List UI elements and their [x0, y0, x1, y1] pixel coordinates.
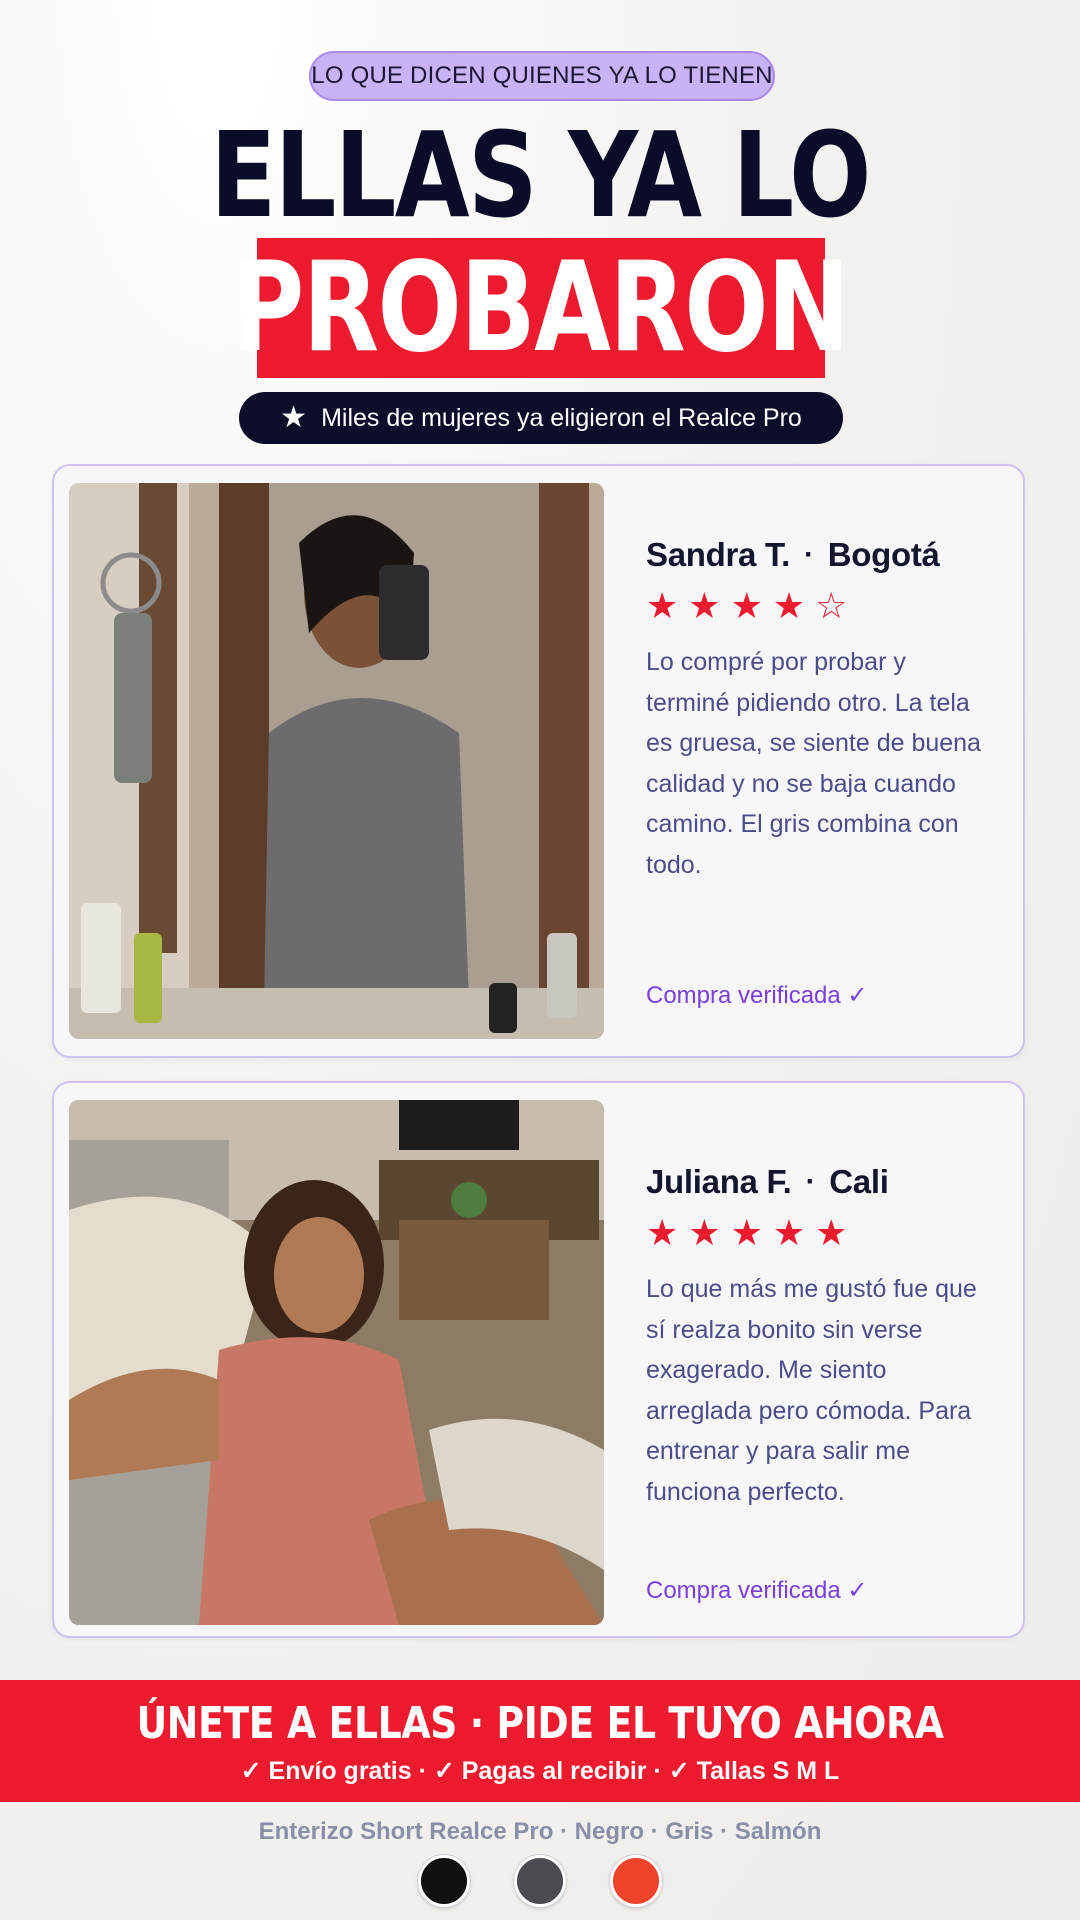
- reviewer-name: Juliana F.: [646, 1163, 792, 1200]
- product-variants-line: Enterizo Short Realce Pro · Negro · Gris…: [258, 1818, 822, 1845]
- swatch-gris[interactable]: [514, 1855, 566, 1907]
- section-badge: LO QUE DICEN QUIENES YA LO TIENEN: [309, 51, 775, 101]
- star-icon: ★: [730, 585, 763, 626]
- verified-purchase-label: Compra verificada ✓: [646, 1577, 868, 1604]
- star-icon: ★: [815, 1212, 848, 1253]
- cta-benefits: ✓ Envío gratis · ✓ Pagas al recibir · ✓ …: [240, 1757, 840, 1785]
- star-icon: ★: [730, 1212, 763, 1253]
- separator-dot: ·: [804, 538, 814, 571]
- review-card-sandra: Sandra T. · Bogotá ★ ★ ★ ★ ☆ Lo compré p…: [52, 464, 1025, 1058]
- star-icon: ★: [688, 1212, 721, 1253]
- tagline-pill: ★ Miles de mujeres ya eligieron el Realc…: [239, 392, 843, 444]
- reviewer-city: Bogotá: [827, 536, 940, 573]
- reviewer-city: Cali: [829, 1163, 889, 1200]
- review-info: Juliana F. · Cali ★ ★ ★ ★ ★ Lo que más m…: [646, 1163, 1003, 1512]
- star-outline-icon: ☆: [815, 585, 848, 626]
- customer-photo-couch-selfie: [69, 1100, 604, 1625]
- review-card-juliana: Juliana F. · Cali ★ ★ ★ ★ ★ Lo que más m…: [52, 1081, 1025, 1638]
- color-swatches: [0, 1855, 1080, 1907]
- review-text: Lo compré por probar y terminé pidiendo …: [646, 648, 981, 879]
- tagline-text: Miles de mujeres ya eligieron el Realce …: [321, 403, 802, 432]
- headline-line-1: ELLAS YA LO: [210, 106, 871, 244]
- swatch-salmon[interactable]: [610, 1855, 662, 1907]
- review-text: Lo que más me gustó fue que sí realza bo…: [646, 1275, 977, 1506]
- star-icon: ★: [646, 585, 679, 626]
- reviewer-name-line: Juliana F. · Cali: [646, 1163, 1003, 1201]
- star-icon: ★: [772, 1212, 806, 1253]
- review-info: Sandra T. · Bogotá ★ ★ ★ ★ ☆ Lo compré p…: [646, 536, 1003, 885]
- star-icon: ★: [280, 401, 308, 434]
- separator-dot: ·: [805, 1165, 816, 1198]
- verified-purchase-label: Compra verificada ✓: [646, 982, 868, 1009]
- reviewer-name: Sandra T.: [646, 536, 791, 573]
- headline-line-2: PROBARON: [231, 236, 850, 380]
- cta-title[interactable]: ÚNETE A ELLAS · PIDE EL TUYO AHORA: [76, 1698, 1005, 1749]
- customer-photo-mirror-selfie: [69, 483, 604, 1039]
- star-icon: ★: [646, 1212, 679, 1253]
- reviewer-name-line: Sandra T. · Bogotá: [646, 536, 1003, 574]
- swatch-negro[interactable]: [418, 1855, 470, 1907]
- star-icon: ★: [772, 585, 806, 626]
- star-rating: ★ ★ ★ ★ ★: [646, 1215, 1003, 1251]
- star-icon: ★: [688, 585, 721, 626]
- star-rating: ★ ★ ★ ★ ☆: [646, 588, 1003, 624]
